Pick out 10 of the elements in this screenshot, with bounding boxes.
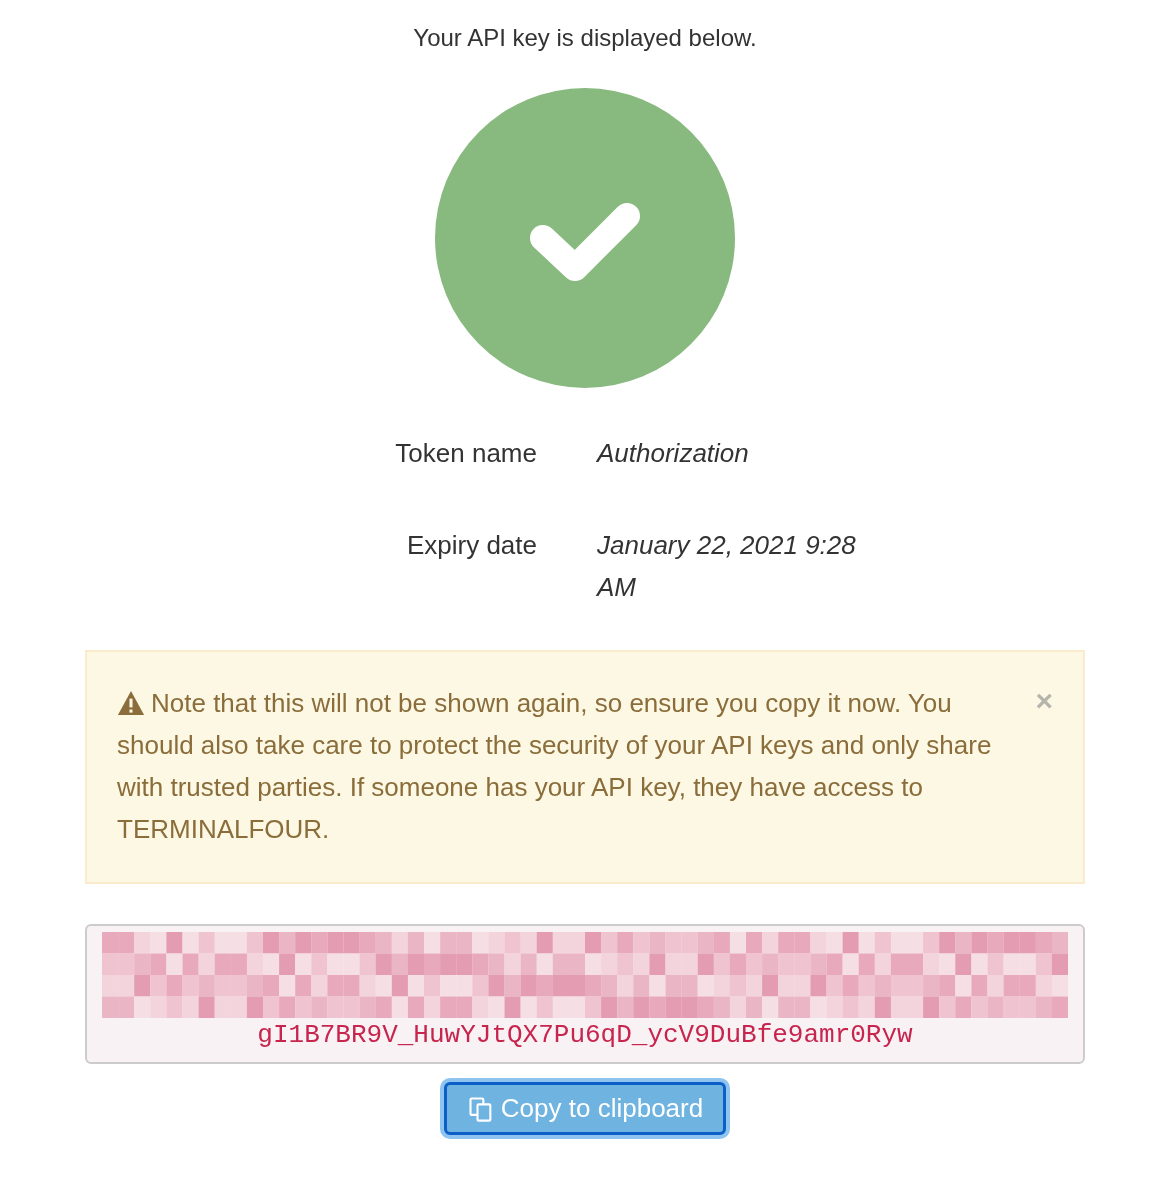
detail-label: Expiry date bbox=[405, 529, 537, 562]
heading: Your API key is displayed below. bbox=[413, 23, 757, 53]
close-button[interactable]: × bbox=[1035, 686, 1053, 716]
success-check-icon bbox=[435, 88, 735, 388]
api-key-text: gI1B7BR9V_HuwYJtQX7Pu6qD_ycV9DuBfe9amr0Ryw bbox=[257, 1019, 913, 1052]
detail-label: Token name bbox=[394, 437, 537, 470]
warning-icon bbox=[117, 691, 145, 715]
detail-value: January 22, 2021 9:28 AM bbox=[597, 529, 857, 604]
alert-text: Note that this will not be shown again, so ensure you copy it now. You should also take care to protect the security of your API keys and only share with trusted parties. If someone has your API key, they have access to TERMINALFOUR. bbox=[117, 687, 993, 846]
detail-value: Authorization bbox=[597, 437, 750, 470]
